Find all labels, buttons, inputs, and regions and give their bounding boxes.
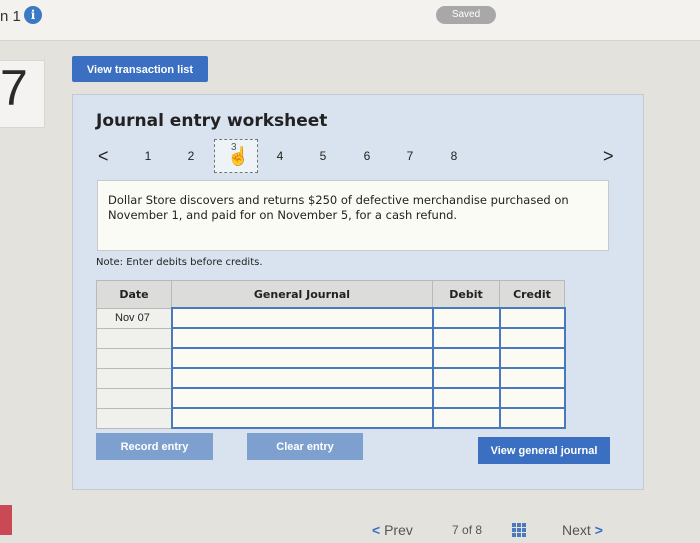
credit-input[interactable] [498,307,566,329]
page-tab-4[interactable]: 4 [273,149,287,163]
next-button[interactable]: Next > [562,522,603,538]
journal-header-row: Date General Journal Debit Credit [96,280,565,309]
account-input[interactable] [170,307,434,329]
date-cell[interactable] [96,387,172,409]
table-row: Nov 07 [96,307,566,329]
page-tab-3[interactable]: 3 ☝ [214,139,258,173]
chevron-right-icon: > [594,522,603,538]
date-cell[interactable] [96,407,172,429]
info-icon[interactable]: i [24,6,42,24]
prev-entry-arrow-icon[interactable]: < [98,146,109,167]
record-entry-button[interactable]: Record entry [96,433,213,460]
prev-label: Prev [384,522,413,538]
page-tab-8[interactable]: 8 [447,149,461,163]
account-input[interactable] [170,367,434,389]
table-row [96,407,566,429]
top-bar: n 1 i Saved [0,0,700,41]
view-transaction-list-button[interactable]: View transaction list [72,56,208,82]
debit-input[interactable] [431,307,501,329]
journal-table: Date General Journal Debit Credit Nov 07 [96,280,566,429]
page-total: 8 [475,523,483,537]
account-input[interactable] [170,327,434,349]
question-number: 7 [0,60,28,116]
date-cell[interactable] [96,327,172,349]
credit-input[interactable] [498,327,566,349]
saved-badge: Saved [436,6,496,24]
account-input[interactable] [170,347,434,369]
debit-input[interactable] [431,347,501,369]
clear-entry-button[interactable]: Clear entry [247,433,363,460]
account-input[interactable] [170,407,434,429]
date-column-header: Date [96,280,172,309]
debit-input[interactable] [431,387,501,409]
worksheet-title: Journal entry worksheet [96,111,328,131]
credit-column-header: Credit [499,280,565,309]
page-current: 7 [452,523,459,537]
date-cell[interactable]: Nov 07 [96,307,172,329]
table-row [96,387,566,409]
page-of: of [462,523,473,537]
next-label: Next [562,522,591,538]
chevron-left-icon: < [372,522,381,538]
question-label: n 1 [0,8,21,25]
table-row [96,327,566,349]
table-row [96,367,566,389]
date-cell[interactable] [96,347,172,369]
general-journal-column-header: General Journal [171,280,433,309]
grid-icon[interactable] [512,523,526,537]
debit-column-header: Debit [432,280,500,309]
credit-input[interactable] [498,367,566,389]
side-tab[interactable] [0,505,12,535]
table-row [96,347,566,369]
date-cell[interactable] [96,367,172,389]
view-general-journal-button[interactable]: View general journal [478,437,610,464]
question-page-indicator: 7 of 8 [452,523,482,537]
entry-note: Note: Enter debits before credits. [96,257,263,268]
page-tab-2[interactable]: 2 [184,149,198,163]
credit-input[interactable] [498,407,566,429]
page-tab-5[interactable]: 5 [316,149,330,163]
next-entry-arrow-icon[interactable]: > [603,146,614,167]
page-tab-1[interactable]: 1 [141,149,155,163]
debit-input[interactable] [431,327,501,349]
credit-input[interactable] [498,387,566,409]
hand-pointer-icon: ☝ [227,146,250,166]
transaction-description: Dollar Store discovers and returns $250 … [97,180,609,251]
debit-input[interactable] [431,407,501,429]
page-tab-7[interactable]: 7 [403,149,417,163]
account-input[interactable] [170,387,434,409]
prev-button[interactable]: < Prev [372,522,413,538]
credit-input[interactable] [498,347,566,369]
page-tab-6[interactable]: 6 [360,149,374,163]
debit-input[interactable] [431,367,501,389]
